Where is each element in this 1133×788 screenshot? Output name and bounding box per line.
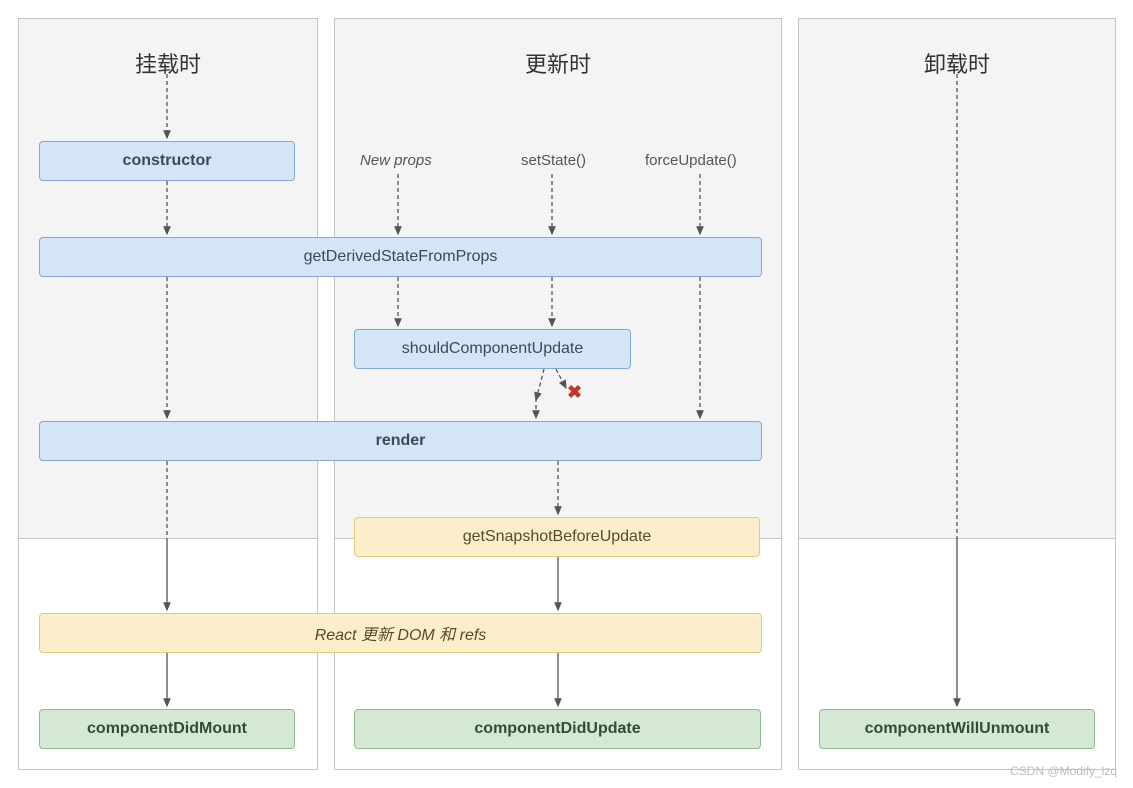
label-should-update: shouldComponentUpdate — [402, 340, 583, 358]
trigger-force-update: forceUpdate() — [645, 152, 737, 169]
title-unmount: 卸载时 — [799, 47, 1115, 79]
phase-render-update — [335, 19, 781, 539]
trigger-set-state: setState() — [521, 152, 586, 169]
label-get-derived: getDerivedStateFromProps — [304, 248, 498, 266]
title-mount: 挂载时 — [19, 47, 317, 79]
title-update: 更新时 — [335, 47, 781, 79]
panel-update: 更新时 — [334, 18, 782, 770]
label-react-updates-dom: React 更新 DOM 和 refs — [315, 621, 487, 645]
panel-mount: 挂载时 — [18, 18, 318, 770]
label-did-mount: componentDidMount — [87, 720, 247, 738]
box-did-update: componentDidUpdate — [354, 709, 761, 749]
box-get-derived: getDerivedStateFromProps — [39, 237, 762, 277]
lifecycle-diagram: 挂载时 更新时 卸载时 New props setState() forceUp… — [0, 0, 1133, 788]
label-constructor: constructor — [123, 152, 212, 170]
panel-unmount: 卸载时 — [798, 18, 1116, 770]
box-constructor: constructor — [39, 141, 295, 181]
box-did-mount: componentDidMount — [39, 709, 295, 749]
phase-render-mount — [19, 19, 317, 539]
watermark: CSDN @Modify_lzq — [1010, 764, 1117, 778]
label-get-snapshot: getSnapshotBeforeUpdate — [463, 528, 652, 546]
label-will-unmount: componentWillUnmount — [865, 720, 1050, 738]
false-branch-x-icon: ✖ — [567, 382, 582, 403]
box-react-updates-dom: React 更新 DOM 和 refs — [39, 613, 762, 653]
label-did-update: componentDidUpdate — [474, 720, 640, 738]
label-render: render — [376, 432, 426, 450]
trigger-new-props: New props — [360, 152, 432, 169]
box-render: render — [39, 421, 762, 461]
box-get-snapshot: getSnapshotBeforeUpdate — [354, 517, 760, 557]
phase-render-unmount — [799, 19, 1115, 539]
box-should-update: shouldComponentUpdate — [354, 329, 631, 369]
box-will-unmount: componentWillUnmount — [819, 709, 1095, 749]
